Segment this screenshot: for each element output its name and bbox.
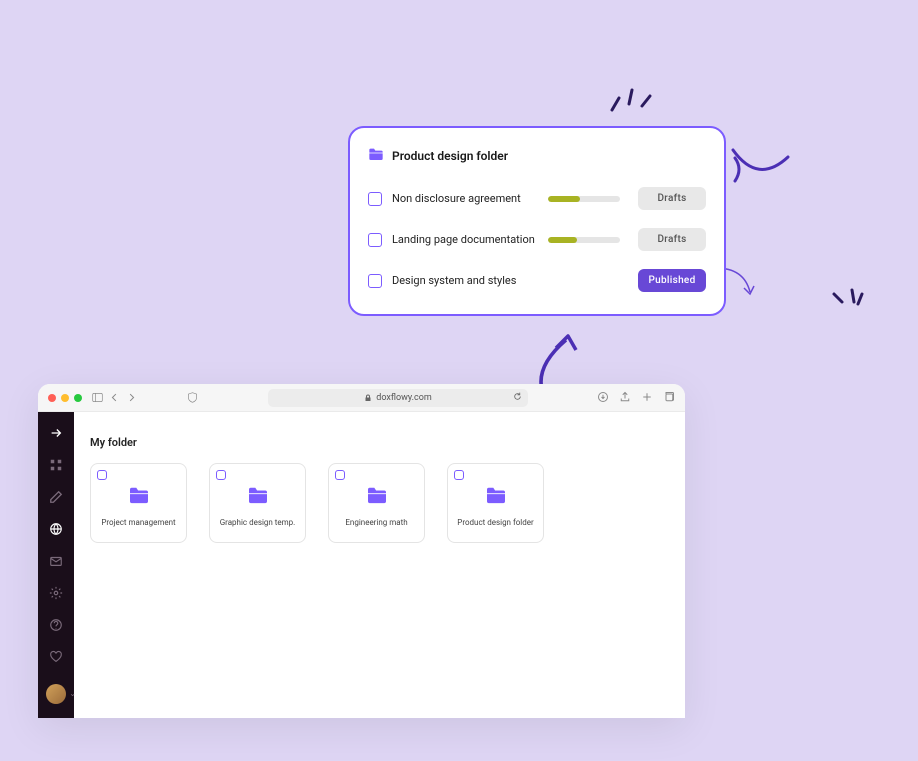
progress-bar bbox=[548, 196, 620, 202]
sidebar-mail-icon[interactable] bbox=[49, 554, 63, 568]
doc-row: Design system and styles Published bbox=[368, 269, 706, 292]
bracket-decoration bbox=[731, 155, 745, 185]
status-badge: Drafts bbox=[638, 187, 706, 210]
checkbox[interactable] bbox=[368, 233, 382, 247]
sidebar: ⌄ bbox=[38, 412, 74, 718]
checkbox[interactable] bbox=[97, 470, 107, 480]
forward-icon[interactable] bbox=[126, 388, 137, 407]
sidebar-settings-icon[interactable] bbox=[49, 586, 63, 600]
download-icon[interactable] bbox=[597, 388, 609, 407]
checkbox[interactable] bbox=[368, 192, 382, 206]
checkbox[interactable] bbox=[368, 274, 382, 288]
checkbox[interactable] bbox=[335, 470, 345, 480]
folder-card[interactable]: Graphic design temp. bbox=[209, 463, 306, 543]
folder-label: Project management bbox=[101, 518, 175, 527]
shield-icon[interactable] bbox=[187, 388, 198, 407]
sidebar-globe-icon[interactable] bbox=[49, 522, 63, 536]
folder-card[interactable]: Product design folder bbox=[447, 463, 544, 543]
maximize-dot[interactable] bbox=[74, 394, 82, 402]
folder-label: Engineering math bbox=[345, 518, 407, 527]
checkbox[interactable] bbox=[454, 470, 464, 480]
sidebar-toggle-icon[interactable] bbox=[92, 388, 103, 407]
status-badge: Drafts bbox=[638, 228, 706, 251]
sidebar-edit-icon[interactable] bbox=[49, 490, 63, 504]
detail-header: Product design folder bbox=[368, 146, 706, 165]
folder-label: Graphic design temp. bbox=[220, 518, 296, 527]
browser-window: doxflowy.com ⌄ My folder bbox=[38, 384, 685, 718]
doc-name: Landing page documentation bbox=[392, 233, 548, 246]
url-text: doxflowy.com bbox=[376, 393, 432, 403]
back-icon[interactable] bbox=[109, 388, 120, 407]
avatar[interactable]: ⌄ bbox=[46, 684, 66, 704]
folder-card[interactable]: Project management bbox=[90, 463, 187, 543]
new-tab-icon[interactable] bbox=[641, 388, 653, 407]
share-icon[interactable] bbox=[619, 388, 631, 407]
spark-decoration bbox=[604, 80, 654, 120]
folder-detail-card: Product design folder Non disclosure agr… bbox=[348, 126, 726, 316]
doc-row: Non disclosure agreement Drafts bbox=[368, 187, 706, 210]
sidebar-heart-icon[interactable] bbox=[49, 650, 63, 664]
sidebar-help-icon[interactable] bbox=[49, 618, 63, 632]
url-bar[interactable]: doxflowy.com bbox=[268, 389, 528, 407]
progress-bar bbox=[548, 237, 620, 243]
doc-name: Design system and styles bbox=[392, 274, 548, 287]
sidebar-grid-icon[interactable] bbox=[49, 458, 63, 472]
tabs-icon[interactable] bbox=[663, 388, 675, 407]
folder-label: Product design folder bbox=[457, 518, 533, 527]
minimize-dot[interactable] bbox=[61, 394, 69, 402]
folder-icon bbox=[128, 486, 150, 508]
chevron-down-icon: ⌄ bbox=[69, 689, 76, 698]
checkbox[interactable] bbox=[216, 470, 226, 480]
sidebar-arrow-icon[interactable] bbox=[49, 426, 63, 440]
status-badge: Published bbox=[638, 269, 706, 292]
folder-icon bbox=[368, 146, 384, 165]
detail-title: Product design folder bbox=[392, 149, 508, 163]
close-dot[interactable] bbox=[48, 394, 56, 402]
browser-toolbar: doxflowy.com bbox=[38, 384, 685, 412]
refresh-icon[interactable] bbox=[513, 392, 522, 404]
spark-decoration-2 bbox=[828, 284, 868, 312]
traffic-lights bbox=[48, 394, 82, 402]
folder-icon bbox=[485, 486, 507, 508]
folder-icon bbox=[247, 486, 269, 508]
folder-grid: Project management Graphic design temp. … bbox=[90, 463, 669, 543]
main-content: My folder Project management Graphic des… bbox=[74, 412, 685, 718]
folder-icon bbox=[366, 486, 388, 508]
section-title: My folder bbox=[90, 436, 669, 449]
doc-name: Non disclosure agreement bbox=[392, 192, 548, 205]
folder-card[interactable]: Engineering math bbox=[328, 463, 425, 543]
doc-row: Landing page documentation Drafts bbox=[368, 228, 706, 251]
